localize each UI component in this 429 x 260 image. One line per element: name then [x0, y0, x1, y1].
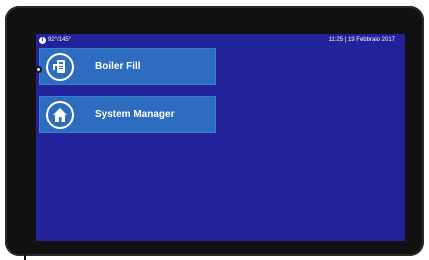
boiler-fill-icon — [46, 52, 74, 81]
status-left: i 92°/145° — [39, 34, 71, 46]
temperature-readout: 92°/145° — [48, 37, 72, 43]
status-bar: i 92°/145° 11:25 | 19 Febbraio 2017 — [36, 34, 405, 46]
device-screen: i 92°/145° 11:25 | 19 Febbraio 2017 Boil… — [36, 34, 405, 241]
system-manager-button[interactable]: System Manager — [39, 96, 216, 133]
system-manager-label: System Manager — [95, 109, 175, 120]
boiler-fill-label: Boiler Fill — [95, 61, 141, 72]
callout-ring — [35, 66, 42, 73]
boiler-fill-button[interactable]: Boiler Fill — [39, 48, 216, 85]
info-icon[interactable]: i — [39, 36, 46, 44]
callout-line-vertical — [24, 70, 26, 260]
home-icon — [46, 100, 74, 129]
date-time: 11:25 | 19 Febbraio 2017 — [328, 37, 396, 43]
